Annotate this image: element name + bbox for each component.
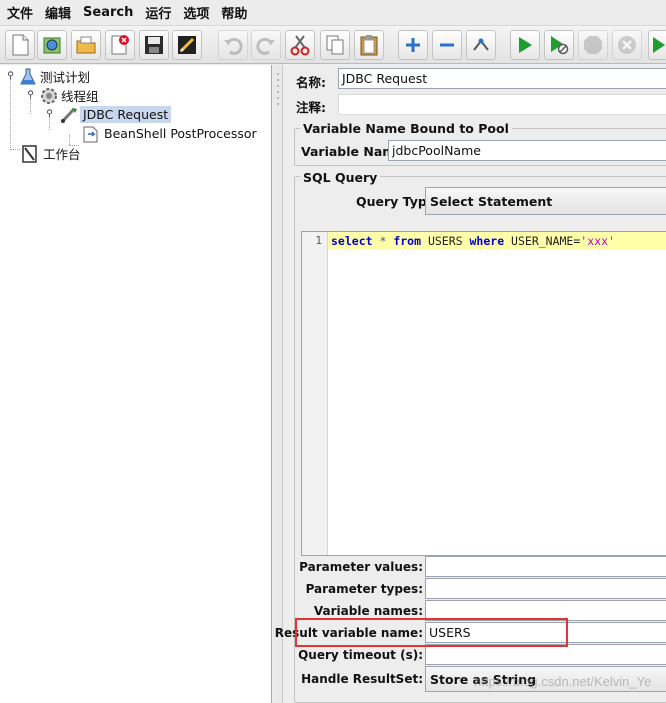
templates-icon [43,37,61,54]
shutdown-button[interactable] [612,30,642,60]
paste-icon [360,35,378,56]
tree-item-jdbc-request[interactable]: JDBC Request [60,105,172,124]
start-button[interactable] [510,30,540,60]
expand-knob[interactable]: ⚲ [6,72,15,81]
tree-item-test-plan[interactable]: 测试计划 [19,67,93,86]
undo-icon [224,37,243,55]
tree-item-label: 工作台 [43,147,81,162]
editor-gutter: 1 [302,232,328,555]
undo-button[interactable] [218,30,248,60]
save-icon [145,36,163,54]
shutdown-icon [618,36,636,54]
tree-item-label: 线程组 [61,89,99,104]
variable-name-field[interactable]: jdbcPoolName [388,140,666,161]
start-icon [519,37,532,53]
watermark: https://blog.csdn.net/Kelvin_Ye [474,674,652,689]
toggle-button[interactable] [466,30,496,60]
start-no-pause-button[interactable] [544,30,574,60]
variable-names-label: Variable names: [313,604,423,618]
start-no-pause-icon [551,36,569,55]
cut-button[interactable] [285,30,315,60]
stop-button[interactable] [578,30,608,60]
comment-field[interactable] [338,94,666,115]
tree-item-label: 测试计划 [40,70,91,85]
expand-icon [406,38,420,52]
parameter-values-label: Parameter values: [299,560,423,574]
expand-all-button[interactable] [398,30,428,60]
remote-start-button[interactable] [648,30,666,60]
menu-options[interactable]: 选项 [180,3,218,22]
panel-splitter[interactable] [273,65,283,703]
tree-item-workbench[interactable]: 工作台 [20,144,84,163]
keyword-select: select [331,234,373,248]
token-table: USERS [421,234,470,248]
redo-icon [256,37,275,55]
expand-knob[interactable]: ⚲ [26,91,35,100]
menu-run[interactable]: 运行 [142,3,180,22]
close-icon [111,35,129,55]
toggle-icon [473,38,489,51]
postprocessor-icon [83,126,98,142]
tree-item-beanshell-postprocessor[interactable]: BeanShell PostProcessor [81,124,260,143]
workbench-icon [22,144,37,163]
name-label: 名称: [296,75,326,90]
name-field[interactable]: JDBC Request [338,68,666,89]
thread-group-icon [41,87,57,104]
collapse-all-button[interactable] [432,30,462,60]
test-plan-icon [20,68,36,84]
sampler-icon [60,107,77,123]
menu-file[interactable]: 文件 [4,3,42,22]
save-button[interactable] [139,30,169,60]
line-number: 1 [315,234,322,247]
jdbc-request-panel: 名称: JDBC Request 注释: Variable Name Bound… [275,65,666,703]
annotation-highlight-box [295,618,568,647]
parameter-types-field[interactable] [425,578,666,599]
collapse-icon [440,43,454,47]
keyword-where: where [469,234,505,248]
save-screenshot-button[interactable] [172,30,202,60]
cut-icon [290,35,310,56]
parameter-values-field[interactable] [425,556,666,577]
query-timeout-field[interactable] [425,644,666,665]
sql-query-group-title: SQL Query [300,170,381,185]
new-icon [12,34,29,56]
tree-item-thread-group[interactable]: 线程组 [40,86,102,105]
menu-search[interactable]: Search [80,5,142,20]
sql-editor[interactable]: 1 select * from USERS where USER_NAME='x… [301,231,666,556]
toolbar [0,26,666,64]
keyword-from: from [393,234,422,248]
parameter-types-label: Parameter types: [305,582,423,596]
tree-item-label: BeanShell PostProcessor [104,126,257,141]
token-star: * [372,234,394,248]
new-button[interactable] [5,30,35,60]
token-string: 'xxx' [580,234,615,248]
copy-button[interactable] [320,30,350,60]
comment-label: 注释: [296,100,326,115]
pool-group-title: Variable Name Bound to Pool [300,121,512,136]
menu-edit[interactable]: 编辑 [42,3,80,22]
templates-button[interactable] [37,30,67,60]
code-line: select * from USERS where USER_NAME='xxx… [328,232,666,250]
copy-icon [326,35,344,55]
menu-bar: 文件 编辑 Search 运行 选项 帮助 [0,0,666,26]
paste-button[interactable] [354,30,384,60]
stop-icon [584,36,602,54]
query-type-select[interactable]: Select Statement [425,187,666,215]
open-icon [76,36,96,54]
tree-item-label: JDBC Request [80,106,172,123]
save-screenshot-icon [178,36,196,54]
remote-start-icon [653,37,665,53]
expand-knob[interactable]: ⚲ [45,110,54,119]
redo-button[interactable] [251,30,281,60]
token-condition: USER_NAME= [504,234,581,248]
menu-help[interactable]: 帮助 [218,3,256,22]
close-button[interactable] [105,30,135,60]
query-timeout-label: Query timeout (s): [298,648,423,662]
test-plan-tree: ⚲ 测试计划 ⚲ 线程组 ⚲ JDBC Request BeanShell Po… [0,65,272,703]
handle-resultset-label: Handle ResultSet: [301,672,423,686]
open-button[interactable] [71,30,101,60]
